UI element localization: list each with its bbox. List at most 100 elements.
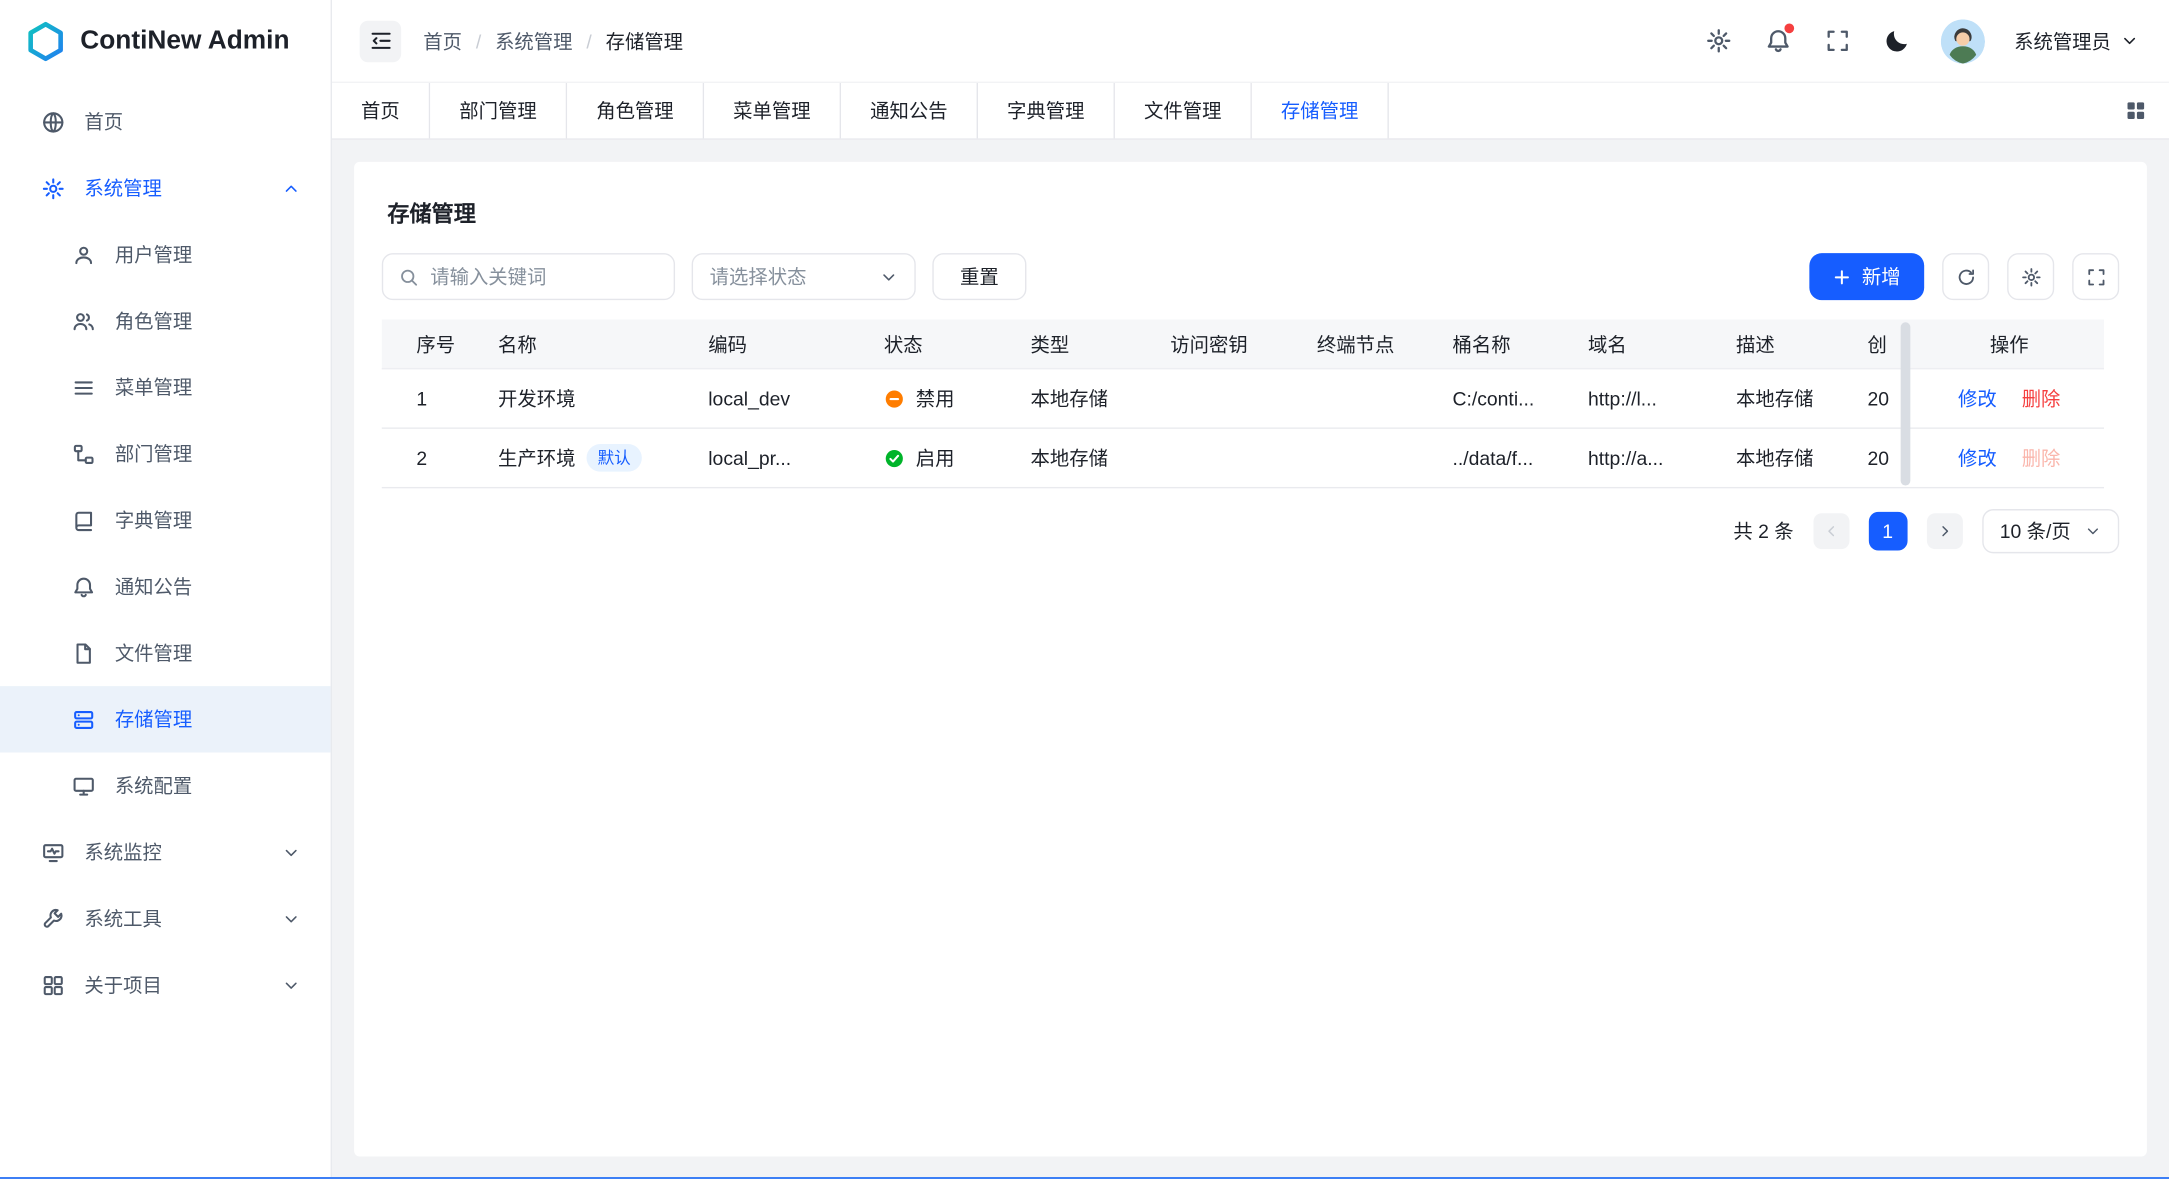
expand-icon	[2085, 266, 2106, 287]
cell-actions: 修改 删除	[1914, 444, 2104, 472]
tab-dept[interactable]: 部门管理	[430, 83, 567, 138]
chevron-down-icon	[880, 268, 898, 286]
table-fullscreen-button[interactable]	[2072, 253, 2119, 300]
cell-description: 本地存储	[1714, 385, 1851, 413]
tab-label: 字典管理	[1007, 97, 1084, 125]
tab-home[interactable]: 首页	[332, 83, 430, 138]
edit-link[interactable]: 修改	[1958, 444, 1997, 472]
prev-page-button[interactable]	[1813, 513, 1849, 549]
status-text: 禁用	[916, 385, 955, 413]
tab-dict[interactable]: 字典管理	[978, 83, 1115, 138]
tab-file[interactable]: 文件管理	[1115, 83, 1252, 138]
page-content: 存储管理 请选择状态 重置 新增	[332, 140, 2169, 1179]
sidebar-item-label: 角色管理	[115, 307, 300, 335]
delete-link[interactable]: 删除	[2022, 385, 2061, 413]
storage-card: 存储管理 请选择状态 重置 新增	[354, 162, 2147, 1157]
avatar[interactable]	[1941, 19, 1985, 63]
col-access-key: 访问密钥	[1148, 330, 1295, 358]
tab-actions-button[interactable]	[2103, 83, 2169, 138]
sidebar-item-label: 菜单管理	[115, 373, 300, 401]
sidebar-group-system[interactable]: 系统管理	[0, 155, 331, 221]
gear-icon	[41, 176, 65, 200]
sidebar-group-label: 系统工具	[84, 905, 262, 933]
sidebar-item-file[interactable]: 文件管理	[0, 620, 331, 686]
next-page-button[interactable]	[1926, 513, 1962, 549]
tab-label: 菜单管理	[733, 97, 810, 125]
cell-type: 本地存储	[1008, 385, 1148, 413]
sidebar-item-label: 字典管理	[115, 506, 300, 534]
cell-index: 2	[382, 447, 476, 469]
table-header-row: 序号 名称 编码 状态 类型 访问密钥 终端节点 桶名称 域名 描述 创 操作	[382, 320, 2104, 370]
column-settings-button[interactable]	[2007, 253, 2054, 300]
fullscreen-button[interactable]	[1822, 26, 1852, 56]
col-index: 序号	[382, 330, 476, 358]
cell-name: 开发环境	[476, 385, 686, 413]
sidebar-group-about[interactable]: 关于项目	[0, 952, 331, 1018]
sidebar-item-storage[interactable]: 存储管理	[0, 686, 331, 752]
sidebar-item-label: 用户管理	[115, 241, 300, 269]
tab-role[interactable]: 角色管理	[567, 83, 704, 138]
cell-type: 本地存储	[1008, 444, 1148, 472]
user-name: 系统管理员	[2014, 27, 2111, 55]
delete-link-disabled[interactable]: 删除	[2022, 444, 2061, 472]
sidebar-item-dept[interactable]: 部门管理	[0, 421, 331, 487]
sidebar-item-menu[interactable]: 菜单管理	[0, 354, 331, 420]
sidebar-item-home[interactable]: 首页	[0, 89, 331, 155]
add-button[interactable]: 新增	[1809, 253, 1924, 300]
toolbar: 请选择状态 重置 新增	[382, 253, 2119, 300]
sidebar: ContiNew Admin 首页 系统管理	[0, 0, 332, 1179]
sidebar-item-notice[interactable]: 通知公告	[0, 553, 331, 619]
app-title: ContiNew Admin	[80, 26, 289, 56]
menu-lines-icon	[72, 376, 96, 400]
sidebar-item-user[interactable]: 用户管理	[0, 221, 331, 287]
sidebar-collapse-button[interactable]	[360, 20, 401, 61]
storage-icon	[72, 708, 96, 732]
chevron-down-icon	[282, 843, 300, 861]
settings-button[interactable]	[1703, 26, 1733, 56]
cell-bucket: C:/conti...	[1430, 387, 1566, 409]
dark-mode-button[interactable]	[1881, 26, 1911, 56]
sidebar-item-label: 首页	[84, 108, 300, 136]
logo-icon	[25, 21, 66, 62]
home-globe-icon	[41, 110, 65, 134]
tab-notice[interactable]: 通知公告	[841, 83, 978, 138]
user-menu[interactable]: 系统管理员	[2014, 27, 2138, 55]
breadcrumb-item-system[interactable]: 系统管理	[476, 27, 573, 55]
status-text: 启用	[916, 444, 955, 472]
cell-code: local_dev	[686, 387, 862, 409]
cell-bucket: ../data/f...	[1430, 447, 1566, 469]
storage-name: 生产环境	[498, 444, 575, 472]
tab-storage[interactable]: 存储管理	[1252, 83, 1389, 138]
sidebar-item-config[interactable]: 系统配置	[0, 753, 331, 819]
status-select[interactable]: 请选择状态	[692, 253, 916, 300]
sidebar-group-monitor[interactable]: 系统监控	[0, 819, 331, 885]
table-scrollbar[interactable]	[1901, 322, 1911, 485]
chevron-up-icon	[282, 179, 300, 197]
reset-button[interactable]: 重置	[932, 253, 1026, 300]
page-size-label: 10 条/页	[2000, 517, 2071, 545]
sidebar-item-label: 通知公告	[115, 573, 300, 601]
sidebar-group-tools[interactable]: 系统工具	[0, 885, 331, 951]
storage-name: 开发环境	[498, 385, 575, 413]
col-bucket: 桶名称	[1430, 330, 1566, 358]
top-header: 首页 系统管理 存储管理	[332, 0, 2169, 83]
file-icon	[72, 641, 96, 665]
sidebar-item-role[interactable]: 角色管理	[0, 288, 331, 354]
page-size-select[interactable]: 10 条/页	[1982, 509, 2119, 553]
chevron-down-icon	[282, 910, 300, 928]
edit-link[interactable]: 修改	[1958, 385, 1997, 413]
breadcrumb-item-home[interactable]: 首页	[423, 27, 462, 55]
cell-index: 1	[382, 387, 476, 409]
page-number-1[interactable]: 1	[1868, 512, 1907, 551]
bell-icon	[72, 575, 96, 599]
notifications-button[interactable]	[1762, 26, 1792, 56]
logo[interactable]: ContiNew Admin	[0, 0, 331, 83]
sidebar-item-label: 部门管理	[115, 440, 300, 468]
tab-menu[interactable]: 菜单管理	[704, 83, 841, 138]
sidebar-item-dict[interactable]: 字典管理	[0, 487, 331, 553]
refresh-button[interactable]	[1942, 253, 1989, 300]
gear-icon	[2020, 266, 2041, 287]
search-input[interactable]	[430, 266, 658, 288]
col-name: 名称	[476, 330, 686, 358]
wrench-icon	[41, 907, 65, 931]
